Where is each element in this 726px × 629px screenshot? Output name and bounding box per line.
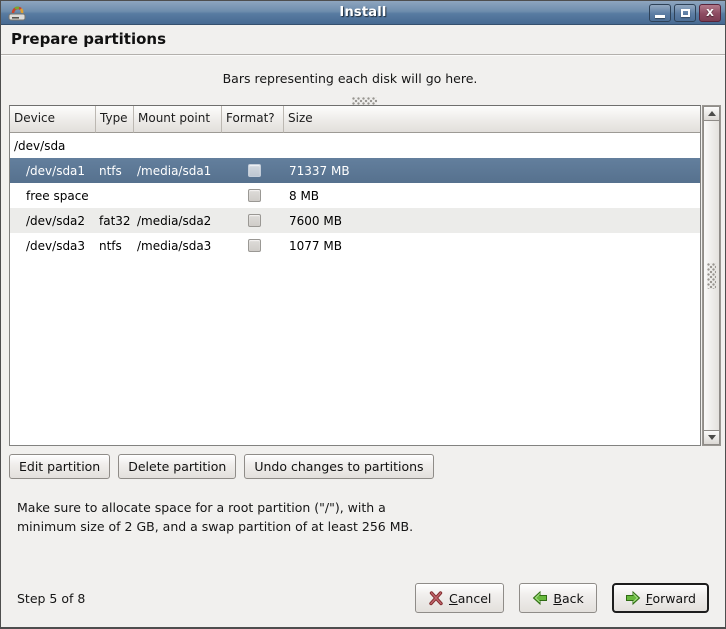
format-checkbox[interactable] [248,164,261,177]
root-partition-note: Make sure to allocate space for a root p… [17,499,413,537]
type-cell: fat32 [96,214,134,228]
pane-resize-grip[interactable] [352,97,377,105]
type-cell: ntfs [96,164,134,178]
table-header-row: Device Type Mount point Format? Size [10,106,700,133]
undo-changes-button[interactable]: Undo changes to partitions [244,454,433,479]
device-cell: /dev/sda3 [10,239,96,253]
cancel-button[interactable]: Cancel [415,583,504,613]
forward-label: Forward [646,591,696,606]
format-checkbox[interactable] [248,239,261,252]
column-header-device[interactable]: Device [10,106,96,133]
forward-arrow-icon [625,590,641,606]
titlebar[interactable]: Install X [1,1,725,25]
install-window: Install X Prepare partitions Bars repres… [0,0,726,629]
arrow-up-icon [708,111,716,116]
size-cell: 1077 MB [284,239,700,253]
maximize-icon [681,9,690,17]
column-header-type[interactable]: Type [96,106,134,133]
note-line-1: Make sure to allocate space for a root p… [17,499,413,518]
mount-point-cell: /media/sda3 [134,239,222,253]
column-header-mount-point[interactable]: Mount point [134,106,222,133]
scrollbar-grip-icon [707,263,716,289]
minimize-button[interactable] [649,4,671,22]
device-cell: /dev/sda2 [10,214,96,228]
delete-partition-button[interactable]: Delete partition [118,454,236,479]
format-checkbox[interactable] [248,189,261,202]
table-empty-area [10,258,700,445]
device-cell: free space [10,189,96,203]
minimize-icon [655,15,665,18]
type-cell: ntfs [96,239,134,253]
scrollbar-thumb[interactable] [703,121,720,430]
close-icon: X [706,8,714,19]
back-label: Back [553,591,583,606]
wizard-navigation: Cancel Back Forward [415,583,709,613]
size-cell: 8 MB [284,189,700,203]
table-row-sda2[interactable]: /dev/sda2 fat32 /media/sda2 7600 MB [10,208,700,233]
close-button[interactable]: X [699,4,721,22]
header-separator [1,54,725,56]
partition-treeview[interactable]: Device Type Mount point Format? Size /de… [9,105,701,446]
device-cell: /dev/sda1 [10,164,96,178]
edit-partition-button[interactable]: Edit partition [9,454,110,479]
forward-button[interactable]: Forward [612,583,709,613]
back-arrow-icon [532,590,548,606]
partition-actions: Edit partition Delete partition Undo cha… [9,454,434,479]
size-cell: 7600 MB [284,214,700,228]
mount-point-cell: /media/sda1 [134,164,222,178]
table-row-free-space[interactable]: free space 8 MB [10,183,700,208]
table-row-sda1[interactable]: /dev/sda1 ntfs /media/sda1 71337 MB [10,158,700,183]
device-cell: /dev/sda [10,139,96,153]
arrow-down-icon [708,435,716,440]
installer-disk-icon [6,4,28,22]
back-button[interactable]: Back [519,583,596,613]
table-row-disk-sda[interactable]: /dev/sda [10,133,700,158]
scroll-up-button[interactable] [703,106,720,121]
cancel-x-icon [428,590,444,606]
maximize-button[interactable] [674,4,696,22]
column-header-size[interactable]: Size [284,106,700,133]
page-title: Prepare partitions [11,30,166,48]
column-header-format[interactable]: Format? [222,106,284,133]
step-indicator: Step 5 of 8 [17,591,85,606]
size-cell: 71337 MB [284,164,700,178]
partition-table: Device Type Mount point Format? Size /de… [9,105,721,446]
vertical-scrollbar[interactable] [702,105,721,446]
cancel-label: Cancel [449,591,491,606]
format-checkbox[interactable] [248,214,261,227]
table-row-sda3[interactable]: /dev/sda3 ntfs /media/sda3 1077 MB [10,233,700,258]
window-title: Install [1,5,725,20]
mount-point-cell: /media/sda2 [134,214,222,228]
note-line-2: minimum size of 2 GB, and a swap partiti… [17,518,413,537]
scroll-down-button[interactable] [703,430,720,445]
disk-bars-placeholder: Bars representing each disk will go here… [1,71,699,86]
